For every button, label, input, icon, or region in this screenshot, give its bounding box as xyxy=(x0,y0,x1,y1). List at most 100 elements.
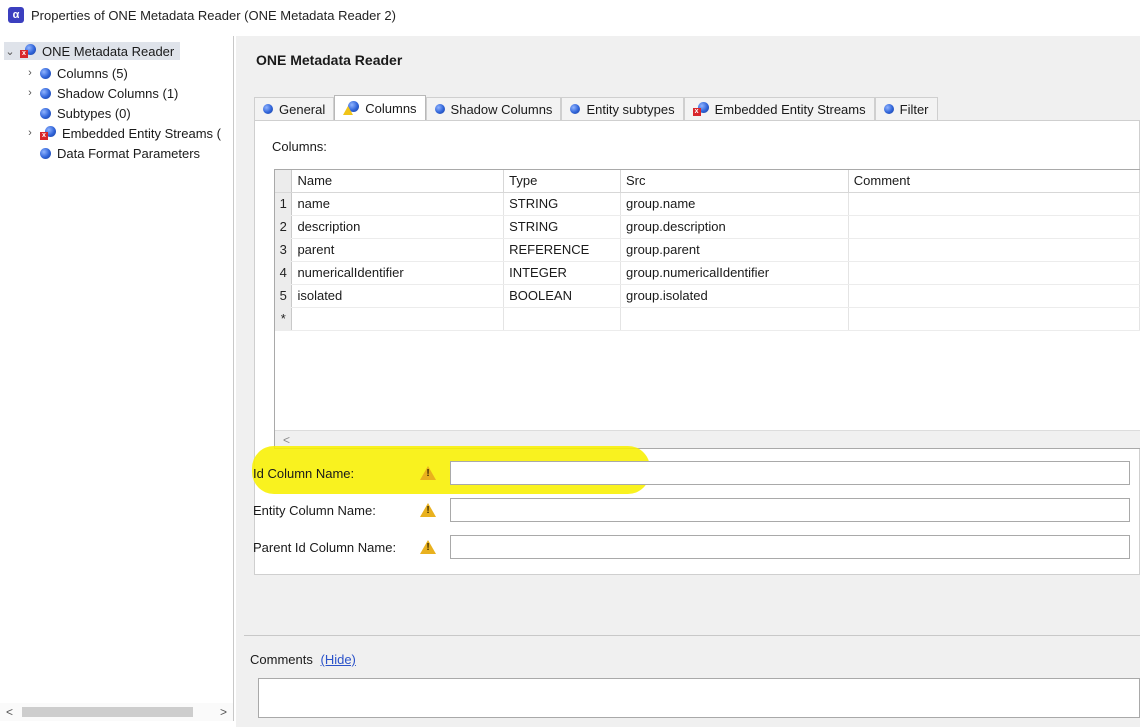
cell-comment[interactable] xyxy=(848,238,1140,262)
cell-src[interactable]: group.description xyxy=(620,215,849,239)
parent-id-column-name-row: Parent Id Column Name: ! xyxy=(253,534,1130,560)
tab-label: Shadow Columns xyxy=(450,101,553,117)
new-row-marker: * xyxy=(275,307,293,331)
table-row[interactable]: 2 description STRING group.description xyxy=(275,215,1140,239)
tree-item-columns[interactable]: › Columns (5) xyxy=(24,64,128,82)
cell-name[interactable]: numericalIdentifier xyxy=(291,261,505,285)
tree-item-label: Data Format Parameters xyxy=(57,145,201,161)
chevron-right-icon[interactable]: › xyxy=(24,67,36,79)
cell-comment[interactable] xyxy=(848,192,1140,216)
tree-root-label: ONE Metadata Reader xyxy=(42,43,175,59)
cell-src[interactable]: group.parent xyxy=(620,238,849,262)
cell-name[interactable]: description xyxy=(291,215,505,239)
tab-shadow-columns[interactable]: Shadow Columns xyxy=(425,97,562,120)
tab-label: Columns xyxy=(365,100,417,116)
blue-dot-icon xyxy=(40,67,51,79)
column-header-comment[interactable]: Comment xyxy=(848,170,1140,193)
blue-dot-icon xyxy=(570,104,581,114)
table-row[interactable]: 3 parent REFERENCE group.parent xyxy=(275,238,1140,262)
entity-column-name-row: Entity Column Name: ! xyxy=(253,497,1130,523)
error-component-icon: x xyxy=(692,102,709,116)
cell-comment[interactable] xyxy=(848,215,1140,239)
column-header-name[interactable]: Name xyxy=(291,170,505,193)
comments-label: Comments xyxy=(250,652,313,667)
blue-dot-icon xyxy=(263,104,273,114)
window-title: Properties of ONE Metadata Reader (ONE M… xyxy=(31,7,396,23)
window-title-bar: α Properties of ONE Metadata Reader (ONE… xyxy=(0,0,1140,30)
column-header-src[interactable]: Src xyxy=(620,170,849,193)
columns-section-label: Columns: xyxy=(272,139,327,154)
table-row[interactable]: 4 numericalIdentifier INTEGER group.nume… xyxy=(275,261,1140,285)
row-number: 2 xyxy=(275,215,293,239)
cell-type[interactable]: INTEGER xyxy=(503,261,622,285)
tab-filter[interactable]: Filter xyxy=(874,97,938,120)
cell-name[interactable]: parent xyxy=(291,238,505,262)
tree-item-shadow-columns[interactable]: › Shadow Columns (1) xyxy=(24,84,178,102)
tree-horizontal-scrollbar[interactable]: < > xyxy=(0,703,233,721)
scroll-left-arrow-icon[interactable]: < xyxy=(6,705,13,719)
tab-entity-subtypes[interactable]: Entity subtypes xyxy=(561,97,684,120)
cell-comment[interactable] xyxy=(848,261,1140,285)
id-column-name-field[interactable] xyxy=(450,461,1130,485)
cell-name[interactable]: name xyxy=(291,192,505,216)
tab-columns[interactable]: Columns xyxy=(334,95,426,120)
error-component-icon: x xyxy=(40,126,56,140)
properties-editor: ONE Metadata Reader General Columns Shad… xyxy=(236,36,1140,727)
tree-item-label: Columns (5) xyxy=(57,65,128,81)
tab-label: General xyxy=(279,101,326,117)
entity-column-name-label: Entity Column Name: xyxy=(253,502,376,518)
component-tree-panel: ⌄ x ONE Metadata Reader › Columns (5) › … xyxy=(0,36,234,721)
app-logo-icon: α xyxy=(8,7,24,23)
chevron-down-icon[interactable]: ⌄ xyxy=(4,45,16,58)
table-header-row: Name Type Src Comment xyxy=(275,170,1140,193)
column-header-type[interactable]: Type xyxy=(503,170,622,193)
scroll-right-arrow-icon[interactable]: > xyxy=(220,705,227,719)
cell-name[interactable] xyxy=(291,307,505,331)
cell-src[interactable]: group.numericalIdentifier xyxy=(620,261,849,285)
tab-bar: General Columns Shadow Columns Entity su… xyxy=(254,95,938,120)
error-component-icon: x xyxy=(20,44,36,58)
chevron-right-icon[interactable]: › xyxy=(24,127,36,139)
cell-src[interactable]: group.isolated xyxy=(620,284,849,308)
tree-item-label: Subtypes (0) xyxy=(57,105,131,121)
tree-item-embedded-entity-streams[interactable]: › x Embedded Entity Streams ( xyxy=(24,124,221,142)
new-row[interactable]: * xyxy=(275,307,1140,331)
table-row[interactable]: 5 isolated BOOLEAN group.isolated xyxy=(275,284,1140,308)
row-number-header xyxy=(275,170,293,193)
cell-name[interactable]: isolated xyxy=(291,284,505,308)
warning-component-icon xyxy=(343,101,360,115)
tab-embedded-entity-streams[interactable]: x Embedded Entity Streams xyxy=(683,97,875,120)
cell-comment[interactable] xyxy=(848,307,1140,331)
tree-item-data-format-parameters[interactable]: › Data Format Parameters xyxy=(24,144,200,162)
blue-dot-icon xyxy=(40,107,51,119)
row-number: 3 xyxy=(275,238,293,262)
tab-label: Embedded Entity Streams xyxy=(714,101,866,117)
blue-dot-icon xyxy=(883,104,894,114)
cell-type[interactable]: STRING xyxy=(503,215,622,239)
parent-id-column-name-field[interactable] xyxy=(450,535,1130,559)
comments-header: Comments (Hide) xyxy=(250,652,356,667)
blue-dot-icon xyxy=(40,87,51,99)
tab-label: Filter xyxy=(899,101,929,117)
cell-type[interactable]: BOOLEAN xyxy=(503,284,622,308)
scrollbar-thumb[interactable] xyxy=(22,707,193,717)
entity-column-name-field[interactable] xyxy=(450,498,1130,522)
cell-src[interactable]: group.name xyxy=(620,192,849,216)
tree-item-subtypes[interactable]: › Subtypes (0) xyxy=(24,104,131,122)
cell-comment[interactable] xyxy=(848,284,1140,308)
cell-type[interactable] xyxy=(503,307,622,331)
parent-id-column-name-label: Parent Id Column Name: xyxy=(253,539,397,555)
comments-divider xyxy=(244,635,1140,636)
cell-type[interactable]: STRING xyxy=(503,192,622,216)
scroll-left-arrow-icon[interactable]: < xyxy=(283,433,290,447)
tree-root-node[interactable]: ⌄ x ONE Metadata Reader xyxy=(4,42,181,60)
tab-label: Entity subtypes xyxy=(586,101,675,117)
comments-textarea[interactable] xyxy=(258,678,1140,718)
cell-src[interactable] xyxy=(620,307,849,331)
cell-type[interactable]: REFERENCE xyxy=(503,238,622,262)
tab-general[interactable]: General xyxy=(254,97,335,120)
page-title: ONE Metadata Reader xyxy=(256,52,403,68)
hide-comments-link[interactable]: (Hide) xyxy=(320,652,355,667)
chevron-right-icon[interactable]: › xyxy=(24,87,36,99)
table-row[interactable]: 1 name STRING group.name xyxy=(275,192,1140,216)
